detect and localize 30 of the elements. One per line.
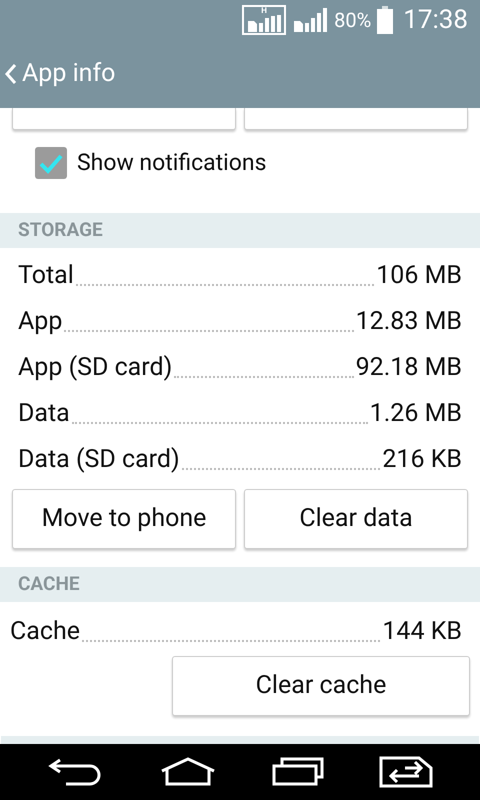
network-type: H [261, 7, 267, 15]
clock: 17:38 [403, 4, 468, 36]
row-label: Data [18, 401, 70, 430]
checkbox[interactable] [35, 147, 67, 179]
row-label: Data (SD card) [18, 447, 180, 476]
row-label: Total [18, 263, 74, 292]
row-label: App [18, 309, 62, 338]
signal-icon [292, 7, 328, 33]
section-header: STORAGE [0, 213, 480, 248]
home-icon[interactable] [158, 757, 216, 787]
row-value: 144 KB [382, 619, 462, 648]
action-button[interactable]: Clear data [244, 489, 468, 549]
row-label: Cache [10, 619, 80, 648]
battery-percent: 80% [334, 7, 372, 34]
back-icon[interactable] [48, 757, 104, 787]
row-value: 1.26 MB [370, 401, 462, 430]
checkbox-label: Show notifications [77, 148, 266, 178]
row-value: 12.83 MB [356, 309, 462, 338]
row-value: 216 KB [382, 447, 462, 476]
row-value: 106 MB [376, 263, 462, 292]
dual-window-icon[interactable] [378, 756, 432, 788]
action-button[interactable]: Move to phone [12, 489, 236, 549]
row-label: App (SD card) [18, 355, 172, 384]
recent-apps-icon[interactable] [272, 757, 324, 787]
battery-icon [377, 6, 394, 34]
section-header: CACHE [0, 567, 480, 602]
screen-title: App info [22, 58, 116, 90]
row-value: 92.18 MB [356, 355, 462, 384]
check-icon [38, 152, 64, 174]
action-button[interactable]: Clear cache [172, 656, 470, 716]
